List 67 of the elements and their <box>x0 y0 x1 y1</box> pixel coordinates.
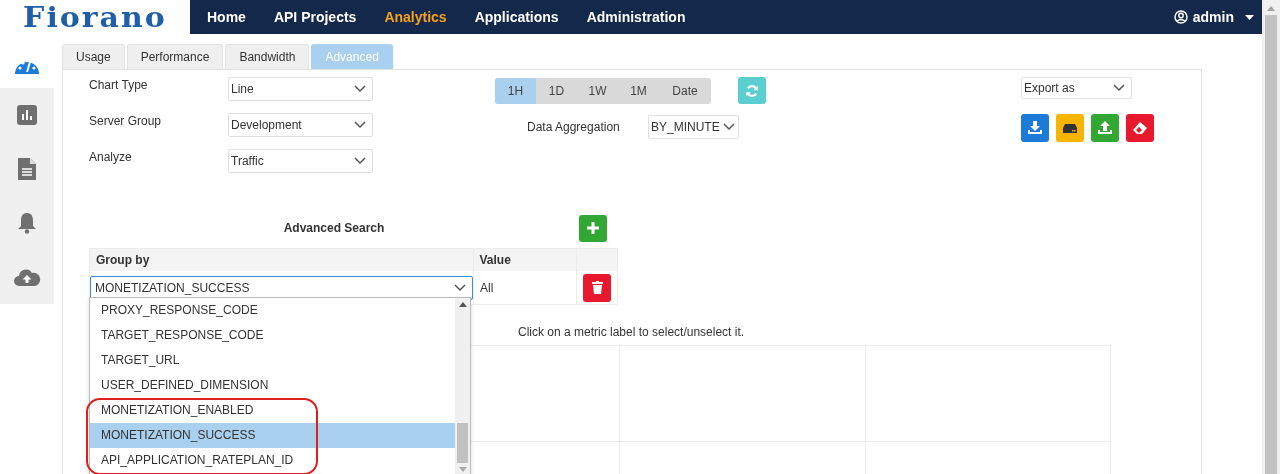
sidebar-item[interactable] <box>0 250 54 304</box>
dropdown-option[interactable]: API_APPLICATION_RATEPLAN_ID <box>90 448 455 473</box>
table-cell: All <box>480 280 494 295</box>
nav-link[interactable]: Home <box>193 0 260 34</box>
scroll-up-icon[interactable] <box>458 302 467 307</box>
user-menu[interactable]: admin <box>1173 9 1254 25</box>
export-button[interactable] <box>1126 114 1154 142</box>
dropdown-select[interactable]: Line <box>228 77 373 101</box>
cloud-upload-icon <box>13 267 41 287</box>
chevron-icon <box>354 157 366 165</box>
hard-drive-icon <box>1063 121 1077 135</box>
group-by-select[interactable]: MONETIZATION_SUCCESS <box>90 275 473 300</box>
export-button[interactable] <box>1021 114 1049 142</box>
export-button[interactable] <box>1091 114 1119 142</box>
nav-link[interactable]: Applications <box>460 0 573 34</box>
column-header: Value <box>472 249 577 271</box>
chevron-icon <box>454 283 466 292</box>
time-range-button[interactable]: 1W <box>577 77 618 104</box>
column-header: Group by <box>95 252 151 269</box>
dropdown-option[interactable]: TARGET_URL <box>90 348 455 373</box>
field-label: Chart Type <box>89 77 149 93</box>
add-button[interactable] <box>579 214 607 242</box>
trash-icon <box>591 281 603 294</box>
aggregation-select[interactable]: BY_MINUTE <box>648 115 739 139</box>
bar-chart-icon <box>17 105 37 125</box>
scrollbar[interactable] <box>455 298 470 474</box>
dropdown-select[interactable]: Traffic <box>228 149 373 173</box>
document-icon <box>18 158 36 180</box>
download-icon <box>1028 121 1042 135</box>
export-button[interactable] <box>1056 114 1084 142</box>
user-icon <box>1173 10 1188 24</box>
tab[interactable]: Usage <box>62 44 125 69</box>
dropdown-option[interactable]: MONETIZATION_ENABLED <box>90 398 455 423</box>
field-label: Data Aggregation <box>527 120 621 134</box>
dropdown-option[interactable]: USER_DEFINED_DIMENSION <box>90 373 455 398</box>
eraser-icon <box>1133 121 1147 135</box>
chevron-icon <box>354 85 366 93</box>
dropdown-option[interactable]: PROXY_RESPONSE_CODE <box>90 298 455 323</box>
export-select[interactable]: Export as <box>1021 77 1132 99</box>
time-range-button[interactable]: 1H <box>495 77 536 104</box>
tab[interactable]: Performance <box>126 44 224 69</box>
chevron-icon <box>723 123 735 131</box>
section-title: Advanced Search <box>282 221 386 235</box>
refresh-icon <box>745 83 759 98</box>
chevron-icon <box>354 121 366 129</box>
nav-link[interactable]: Administration <box>572 0 700 34</box>
delete-button[interactable] <box>583 273 612 302</box>
scroll-thumb[interactable] <box>457 423 468 463</box>
sidebar-item[interactable] <box>0 88 54 142</box>
scrollbar[interactable] <box>1262 0 1280 474</box>
time-range-button[interactable]: Date <box>659 77 711 104</box>
plus-icon <box>587 222 599 234</box>
tab[interactable]: Bandwidth <box>225 44 310 69</box>
dropdown-select[interactable]: Development <box>228 113 373 137</box>
field-label: Server Group <box>89 113 163 129</box>
time-range-button[interactable]: 1D <box>536 77 577 104</box>
bell-icon <box>17 212 37 234</box>
dropdown-option[interactable]: TARGET_RESPONSE_CODE <box>90 323 455 348</box>
field-label: Analyze <box>89 149 133 165</box>
time-range-button[interactable]: 1M <box>618 77 659 104</box>
dropdown-option[interactable]: MONETIZATION_SUCCESS <box>90 423 455 448</box>
caret-icon <box>1245 14 1254 20</box>
chevron-icon <box>1113 84 1125 92</box>
nav-link[interactable]: API Projects <box>259 0 371 34</box>
hint-text: Click on a metric label to select/unselect it. <box>518 325 746 339</box>
upload-icon <box>1098 121 1112 135</box>
nav-link[interactable]: Analytics <box>370 0 461 34</box>
